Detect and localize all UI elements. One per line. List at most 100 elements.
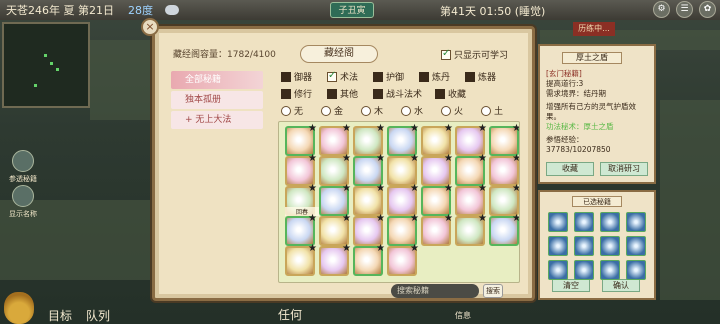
skill-book-icon[interactable]: ★ bbox=[387, 123, 419, 156]
mission-button[interactable]: 任何 bbox=[270, 306, 310, 324]
close-icon[interactable]: × bbox=[141, 18, 159, 36]
chosen-book-icon[interactable] bbox=[600, 260, 620, 280]
chosen-book-icon[interactable] bbox=[626, 260, 646, 280]
only-learnable-toggle[interactable]: 只显示可学习 bbox=[441, 48, 508, 61]
element-radio[interactable] bbox=[401, 105, 411, 116]
skill-book-icon[interactable]: ★ bbox=[285, 213, 317, 246]
filter-item[interactable]: 御器 bbox=[281, 70, 327, 83]
chosen-book-icon[interactable] bbox=[626, 236, 646, 256]
show-name-button[interactable]: 显示名称 bbox=[6, 185, 40, 219]
cancel-study-button[interactable]: 取消研习 bbox=[600, 162, 648, 176]
skill-book-icon[interactable]: ★ bbox=[353, 243, 385, 276]
tab-all[interactable]: 全部秘籍 bbox=[171, 71, 263, 89]
gourd-icon[interactable] bbox=[4, 292, 34, 324]
settings-icon[interactable]: ⚙ bbox=[653, 1, 670, 18]
filter-item[interactable]: 战斗法术 bbox=[373, 87, 435, 100]
chosen-book-icon[interactable] bbox=[626, 212, 646, 232]
chosen-book-icon[interactable] bbox=[548, 236, 568, 256]
skill-book-icon[interactable]: ★ bbox=[489, 183, 519, 216]
skill-book-icon[interactable]: ★ bbox=[421, 153, 453, 186]
nav-target[interactable]: 目标 bbox=[48, 307, 72, 324]
minimap[interactable] bbox=[2, 22, 90, 108]
menu-icon[interactable]: ☰ bbox=[676, 1, 693, 18]
filter-checkbox[interactable] bbox=[435, 88, 445, 99]
filter-item[interactable]: 其他 bbox=[327, 87, 373, 100]
skill-book-icon[interactable]: ★ bbox=[489, 213, 519, 246]
chosen-book-icon[interactable] bbox=[574, 236, 594, 256]
element-radio[interactable] bbox=[361, 105, 371, 116]
filter-item[interactable]: 炼丹 bbox=[419, 70, 465, 83]
skill-book-icon[interactable]: ★ bbox=[319, 213, 351, 246]
skill-book-icon[interactable]: ★ bbox=[421, 183, 453, 216]
skill-book-icon[interactable]: ★ bbox=[353, 153, 385, 186]
filter-item[interactable]: 炼器 bbox=[465, 70, 511, 83]
favorite-button[interactable]: 收藏 bbox=[546, 162, 594, 176]
skill-book-icon[interactable]: ★ bbox=[285, 153, 317, 186]
search-button[interactable]: 搜索 bbox=[483, 284, 503, 298]
confirm-button[interactable]: 确认 bbox=[602, 279, 640, 292]
element-option[interactable]: 水 bbox=[401, 104, 441, 117]
filter-checkbox[interactable] bbox=[281, 88, 291, 99]
tab-supreme[interactable]: + 无上大法 bbox=[171, 111, 263, 129]
filter-checkbox[interactable] bbox=[281, 71, 291, 82]
skill-book-icon[interactable]: ★ bbox=[455, 123, 487, 156]
element-radio[interactable] bbox=[321, 105, 331, 116]
tab-unique[interactable]: 独本孤册 bbox=[171, 91, 263, 109]
skill-book-icon[interactable]: ★ bbox=[421, 213, 453, 246]
nav-team[interactable]: 队列 bbox=[86, 307, 110, 324]
skill-book-icon[interactable]: ★ bbox=[353, 123, 385, 156]
chosen-book-icon[interactable] bbox=[600, 236, 620, 256]
gear-icon[interactable]: ✿ bbox=[699, 1, 716, 18]
filter-checkbox[interactable] bbox=[327, 88, 337, 99]
skill-book-icon[interactable]: ★ bbox=[319, 183, 351, 216]
element-option[interactable]: 火 bbox=[441, 104, 481, 117]
element-radio[interactable] bbox=[441, 105, 451, 116]
skill-book-icon[interactable]: ★ bbox=[387, 213, 419, 246]
element-option[interactable]: 木 bbox=[361, 104, 401, 117]
element-radio[interactable] bbox=[281, 105, 291, 116]
element-option[interactable]: 金 bbox=[321, 104, 361, 117]
skill-book-icon[interactable]: ★ bbox=[319, 243, 351, 276]
skill-book-icon[interactable]: ★ bbox=[285, 243, 317, 276]
skill-book-icon[interactable]: ★ bbox=[285, 123, 317, 156]
skill-book-icon[interactable]: ★ bbox=[387, 153, 419, 186]
skill-book-icon[interactable]: ★ bbox=[421, 123, 453, 156]
skill-book-icon[interactable]: ★ bbox=[489, 123, 519, 156]
filter-checkbox[interactable] bbox=[465, 71, 475, 82]
skill-book-icon[interactable]: ★ 回春 bbox=[285, 183, 319, 216]
filter-checkbox[interactable] bbox=[419, 71, 429, 82]
chosen-book-icon[interactable] bbox=[548, 260, 568, 280]
filter-item[interactable]: 护御 bbox=[373, 70, 419, 83]
skill-book-icon[interactable]: ★ bbox=[455, 153, 487, 186]
skill-book-icon[interactable]: ★ bbox=[319, 123, 351, 156]
skill-book-icon[interactable]: ★ bbox=[387, 243, 419, 276]
filter-checkbox[interactable] bbox=[327, 70, 337, 82]
chosen-book-icon[interactable] bbox=[600, 212, 620, 232]
element-option[interactable]: 无 bbox=[281, 104, 321, 117]
skill-book-icon[interactable]: ★ bbox=[319, 153, 351, 186]
info-label[interactable]: 信息 bbox=[455, 310, 471, 321]
chosen-book-icon[interactable] bbox=[574, 260, 594, 280]
chosen-book-icon[interactable] bbox=[548, 212, 568, 232]
search-input[interactable]: 搜索秘籍 bbox=[391, 284, 479, 298]
only-learnable-checkbox[interactable] bbox=[441, 48, 451, 60]
skill-book-icon[interactable]: ★ bbox=[455, 213, 487, 246]
skill-book-icon[interactable]: ★ bbox=[455, 183, 487, 216]
study-button[interactable]: 参透秘籍 bbox=[6, 150, 40, 184]
filter-item[interactable]: 收藏 bbox=[435, 87, 481, 100]
history-tag[interactable]: 历练中... bbox=[573, 22, 615, 36]
shichen-plate[interactable]: 子丑寅 bbox=[330, 2, 374, 18]
element-option[interactable]: 土 bbox=[481, 104, 521, 117]
element-radio[interactable] bbox=[481, 105, 491, 116]
skill-book-icon[interactable]: ★ bbox=[489, 153, 519, 186]
skill-book-icon[interactable]: ★ bbox=[353, 183, 385, 216]
chosen-book-icon[interactable] bbox=[574, 212, 594, 232]
element-label: 金 bbox=[334, 107, 344, 117]
filter-checkbox[interactable] bbox=[373, 71, 383, 82]
filter-item[interactable]: 术法 bbox=[327, 70, 373, 83]
skill-book-icon[interactable]: ★ bbox=[387, 183, 419, 216]
clear-button[interactable]: 清空 bbox=[552, 279, 590, 292]
filter-checkbox[interactable] bbox=[373, 88, 383, 99]
filter-item[interactable]: 修行 bbox=[281, 87, 327, 100]
skill-book-icon[interactable]: ★ bbox=[353, 213, 385, 246]
